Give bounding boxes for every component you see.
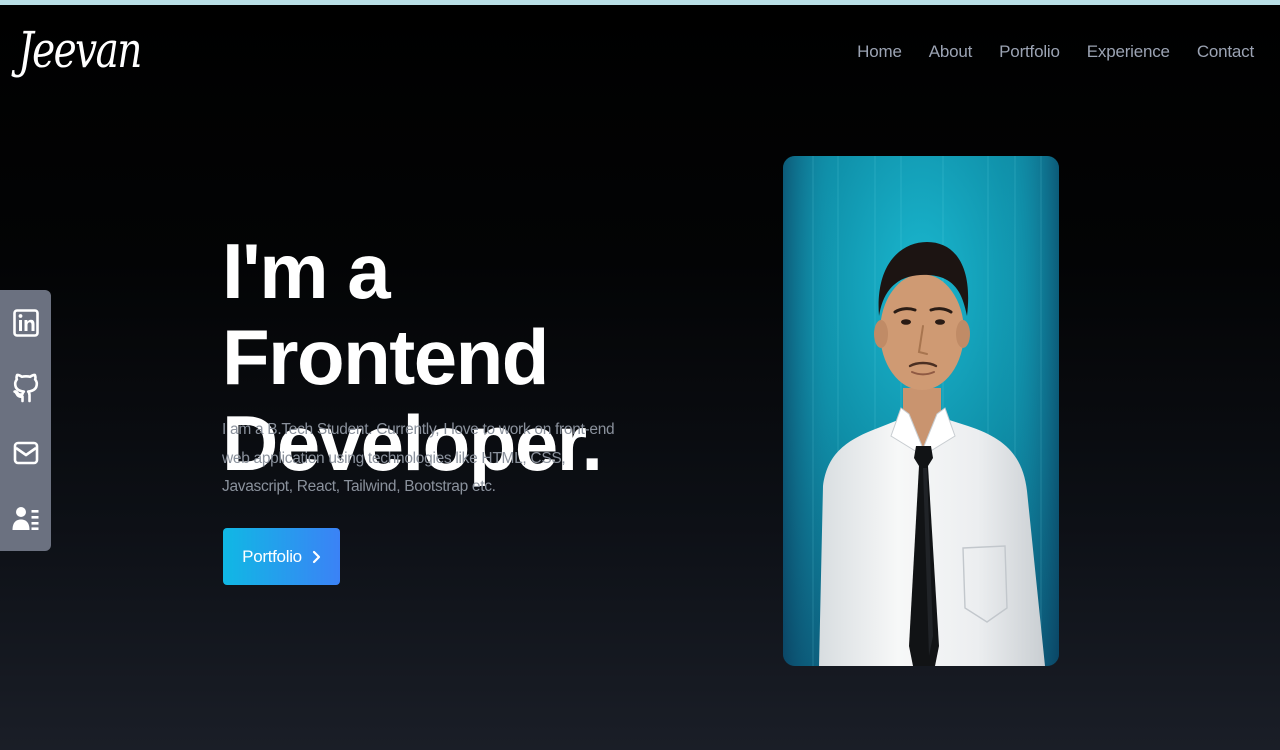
github-icon	[12, 373, 38, 402]
mail-icon	[13, 441, 38, 464]
nav-experience[interactable]: Experience	[1087, 40, 1170, 64]
portfolio-button-label: Portfolio	[242, 546, 302, 566]
top-accent-strip	[0, 0, 1280, 5]
nav-about[interactable]: About	[929, 40, 973, 64]
profile-photo	[783, 156, 1059, 666]
logo[interactable]: Jeevan	[18, 12, 142, 88]
linkedin-link[interactable]	[0, 290, 51, 355]
chevron-right-icon	[312, 550, 320, 563]
social-links-bar	[0, 290, 51, 551]
resume-link[interactable]	[0, 485, 51, 550]
nav-portfolio[interactable]: Portfolio	[999, 40, 1060, 64]
email-link[interactable]	[0, 420, 51, 485]
linkedin-icon	[12, 308, 39, 337]
profile-photo-portrait	[783, 156, 1059, 666]
nav-contact[interactable]: Contact	[1197, 40, 1254, 64]
nav-home[interactable]: Home	[857, 40, 902, 64]
resume-icon	[12, 506, 38, 530]
hero-title-line-1: I'm a Frontend	[222, 227, 549, 401]
github-link[interactable]	[0, 355, 51, 420]
portfolio-button[interactable]: Portfolio	[223, 528, 340, 585]
hero-description: I am a B.Tech Student. Currently, I love…	[222, 421, 615, 495]
main-nav: Home About Portfolio Experience Contact	[857, 40, 1254, 64]
